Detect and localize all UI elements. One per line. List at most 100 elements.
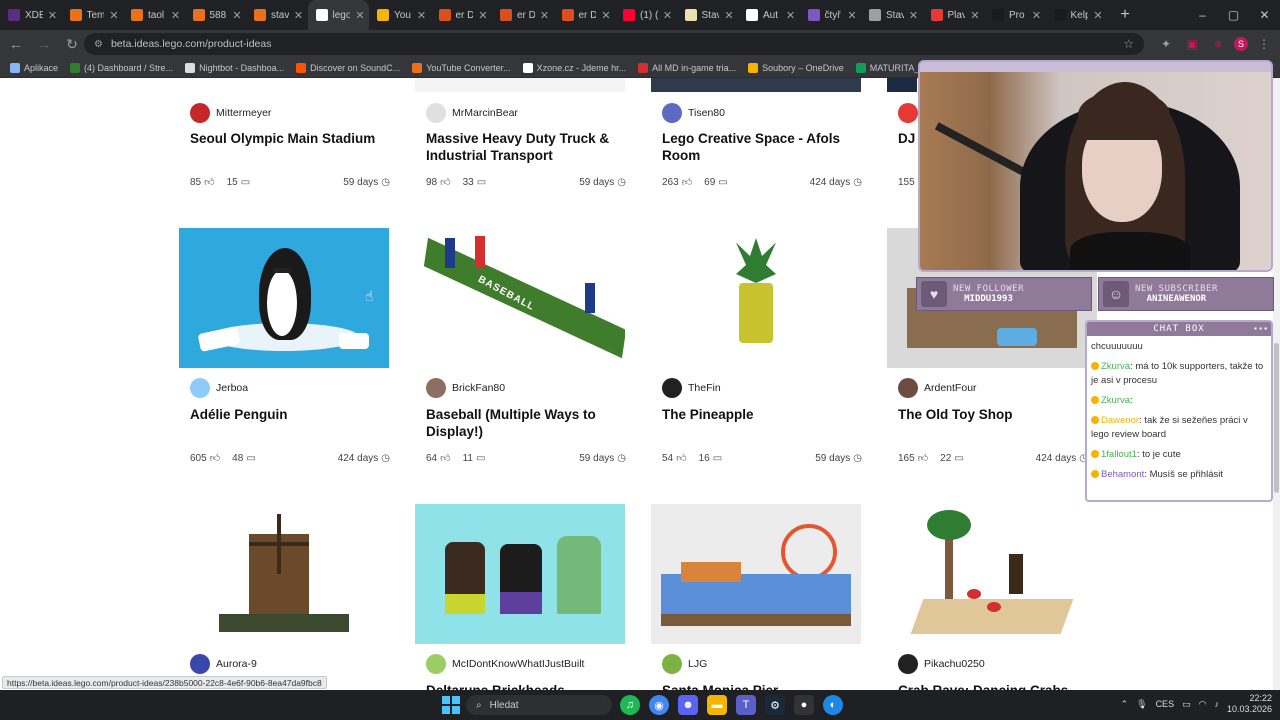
tab-close-icon[interactable]: ✕ [909, 9, 919, 22]
deltarune-thumbnail[interactable] [415, 504, 625, 644]
new-tab-button[interactable]: + [1115, 6, 1135, 24]
browser-tab[interactable]: er D ✕ [492, 0, 554, 30]
card-author[interactable]: TheFin [662, 378, 721, 398]
tab-close-icon[interactable]: ✕ [478, 9, 488, 22]
card-author[interactable]: BrickFan80 [426, 378, 505, 398]
obs-icon[interactable]: ● [794, 695, 814, 715]
menu-kebab-icon[interactable]: ⋮ [1254, 34, 1274, 54]
browser-tab[interactable]: Pro ✕ [984, 0, 1046, 30]
project-card-santa-monica[interactable] [651, 504, 861, 644]
project-card-pineapple[interactable] [651, 228, 861, 368]
likes-count[interactable]: 605 👍︎ [190, 452, 220, 465]
author-avatar[interactable] [190, 103, 210, 123]
likes-count[interactable]: 165 👍︎ [898, 452, 928, 465]
card-title[interactable]: Crab Rave: Dancing Crabs [898, 682, 1098, 690]
language-indicator[interactable]: CES [1156, 699, 1175, 709]
pineapple-thumbnail[interactable] [651, 228, 861, 368]
author-avatar[interactable] [426, 103, 446, 123]
tab-close-icon[interactable]: ✕ [847, 9, 857, 22]
author-avatar[interactable] [662, 654, 682, 674]
extension-icon[interactable]: ✦ [1156, 34, 1176, 54]
volume-icon[interactable]: ♪ [1214, 699, 1219, 709]
comments-count[interactable]: 15 ▭ [227, 177, 251, 188]
windows-start-icon[interactable] [442, 696, 460, 714]
browser-tab[interactable]: Tem ✕ [62, 0, 124, 30]
tab-close-icon[interactable]: ✕ [294, 9, 304, 22]
likes-count[interactable]: 98 👍︎ [426, 176, 451, 189]
author-name[interactable]: Pikachu0250 [924, 658, 985, 670]
author-avatar[interactable] [662, 103, 682, 123]
comments-count[interactable]: 48 ▭ [232, 453, 256, 464]
forward-arrow-icon[interactable]: → [32, 32, 56, 56]
santa-monica-thumbnail[interactable] [651, 504, 861, 644]
tab-close-icon[interactable]: ✕ [601, 9, 611, 22]
browser-tab[interactable]: You ✕ [369, 0, 431, 30]
bookmark-item[interactable]: YouTube Converter... [412, 62, 511, 73]
tab-close-icon[interactable]: ✕ [1032, 9, 1042, 22]
tab-close-icon[interactable]: ✕ [540, 9, 550, 22]
browser-tab[interactable]: Aut ✕ [738, 0, 800, 30]
browser-tab[interactable]: Kelp ✕ [1046, 0, 1108, 30]
card-title[interactable]: Massive Heavy Duty Truck & Industrial Tr… [426, 130, 626, 164]
browser-tab[interactable]: Stav ✕ [861, 0, 923, 30]
author-avatar[interactable] [898, 378, 918, 398]
tab-close-icon[interactable]: ✕ [48, 9, 58, 22]
author-name[interactable]: McIDontKnowWhatIJustBuilt [452, 658, 584, 670]
browser-tab[interactable]: 588 ✕ [185, 0, 247, 30]
browser-tab[interactable]: XDE ✕ [0, 0, 62, 30]
comments-count[interactable]: 16 ▭ [699, 453, 723, 464]
minimize-button[interactable]: – [1187, 0, 1218, 30]
card-title[interactable]: Seoul Olympic Main Stadium [190, 130, 390, 147]
monitor-icon[interactable]: ▭ [1182, 699, 1191, 710]
tab-close-icon[interactable]: ✕ [171, 9, 181, 22]
card-author[interactable]: LJG [662, 654, 707, 674]
author-avatar[interactable] [426, 378, 446, 398]
back-arrow-icon[interactable]: ← [4, 32, 28, 56]
extensions-puzzle-icon[interactable]: ▣ [1182, 34, 1202, 54]
tab-close-icon[interactable]: ✕ [355, 9, 365, 22]
card-title[interactable]: Lego Creative Space - Afols Room [662, 130, 862, 164]
comments-count[interactable]: 33 ▭ [463, 177, 487, 188]
author-avatar[interactable] [662, 378, 682, 398]
tab-close-icon[interactable]: ✕ [109, 9, 119, 22]
tab-close-icon[interactable]: ✕ [724, 9, 734, 22]
card-author[interactable]: ArdentFour [898, 378, 977, 398]
bookmark-item[interactable]: Nightbot - Dashboa... [185, 62, 284, 73]
file-explorer-icon[interactable]: ▬ [707, 695, 727, 715]
browser-tab[interactable]: Plav ✕ [923, 0, 985, 30]
bookmark-item[interactable]: Discover on SoundC... [296, 62, 400, 73]
browser-tab[interactable]: čtyř ✕ [800, 0, 862, 30]
card-title[interactable]: DJ [898, 130, 918, 147]
crab-rave-thumbnail[interactable] [887, 504, 1097, 644]
address-url[interactable]: beta.ideas.lego.com/product-ideas [111, 38, 272, 50]
bookmark-item[interactable]: Aplikace [10, 62, 58, 73]
tab-close-icon[interactable]: ✕ [232, 9, 242, 22]
browser-tab[interactable]: er D ✕ [431, 0, 493, 30]
chrome-icon[interactable]: ◉ [649, 695, 669, 715]
browser-tab[interactable]: Stav ✕ [677, 0, 739, 30]
comments-count[interactable]: 11 ▭ [463, 453, 486, 464]
browser-tab[interactable]: stav ✕ [246, 0, 308, 30]
profile-avatar[interactable]: S [1234, 37, 1248, 51]
windmill-thumbnail[interactable] [179, 504, 389, 644]
card-title[interactable]: Adélie Penguin [190, 406, 390, 423]
project-card-baseball[interactable]: BASEBALL [415, 228, 625, 368]
browser-tab[interactable]: (1) (✕ [615, 0, 677, 30]
project-card-penguin[interactable]: ☝ [179, 228, 389, 368]
steam-icon[interactable]: ⚙ [765, 695, 785, 715]
wifi-icon[interactable]: ◠ [1199, 699, 1207, 710]
author-name[interactable]: ArdentFour [924, 382, 977, 394]
project-card-deltarune[interactable] [415, 504, 625, 644]
teams-icon[interactable]: T [736, 695, 756, 715]
card-author[interactable]: Mittermeyer [190, 103, 271, 123]
project-card-crab-rave[interactable] [887, 504, 1097, 644]
bookmark-item[interactable]: All MD in-game tria... [638, 62, 736, 73]
clock[interactable]: 22:22 10.03.2026 [1227, 693, 1272, 715]
card-title[interactable]: The Old Toy Shop [898, 406, 1098, 423]
card-title[interactable]: The Pineapple [662, 406, 862, 423]
author-name[interactable]: BrickFan80 [452, 382, 505, 394]
author-avatar[interactable] [426, 654, 446, 674]
author-name[interactable]: Jerboa [216, 382, 248, 394]
likes-count[interactable]: 263 👍︎ [662, 176, 692, 189]
tab-close-icon[interactable]: ✕ [970, 9, 980, 22]
